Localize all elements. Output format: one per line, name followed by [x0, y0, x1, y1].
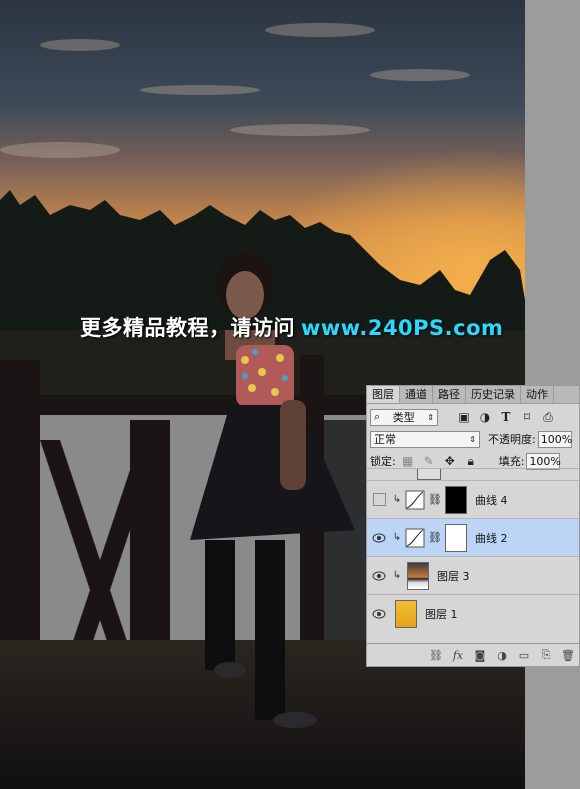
tab-history[interactable]: 历史记录 — [466, 386, 521, 403]
lock-all-icon[interactable]: 🔒︎ — [463, 453, 479, 469]
chain-link-icon: ⛓︎ — [428, 493, 442, 506]
lock-position-icon[interactable]: ✥ — [442, 453, 458, 469]
updown-icon: ⇕ — [469, 434, 476, 444]
layer-list: ↳ ⛓︎ 曲线 4 ↳ ⛓︎ 曲线 2 ↳ 图层 3 图层 1 — [367, 468, 579, 644]
blend-mode-select[interactable]: 正常 ⇕ — [370, 430, 480, 448]
fill-label: 填充: — [498, 455, 525, 468]
tab-channels[interactable]: 通道 — [400, 386, 433, 403]
folder-icon[interactable]: ▭ — [513, 649, 535, 662]
fx-icon[interactable]: fx — [447, 649, 469, 662]
link-icon[interactable]: ⛓︎ — [425, 649, 447, 662]
clip-arrow-icon: ↳ — [392, 570, 402, 581]
layer-row-layer-1[interactable]: 图层 1 — [367, 594, 579, 632]
filter-row: ⌕ 类型 ⇕ ▣ ◑ T ⌑ ⎙ — [367, 406, 579, 428]
layer-row-layer-3[interactable]: ↳ 图层 3 — [367, 556, 579, 594]
layer-mask-thumbnail[interactable] — [444, 523, 467, 552]
search-icon: ⌕ — [374, 410, 381, 423]
image-filter-icon[interactable]: ▣ — [456, 409, 472, 425]
tab-layers[interactable]: 图层 — [367, 386, 400, 403]
lock-label: 锁定: — [370, 455, 396, 468]
panel-tabs: 图层 通道 路径 历史记录 动作 — [367, 386, 579, 404]
trash-icon[interactable]: 🗑︎ — [557, 649, 579, 662]
lock-transparent-icon[interactable]: ▦ — [400, 453, 416, 469]
layer-name[interactable]: 图层 1 — [425, 606, 458, 622]
eye-icon[interactable] — [367, 609, 391, 619]
lock-pixels-icon[interactable]: ✎ — [421, 453, 437, 469]
eye-icon[interactable] — [367, 571, 391, 581]
opacity-input[interactable]: 100% — [537, 430, 572, 448]
filter-kind-select[interactable]: ⌕ 类型 ⇕ — [370, 408, 438, 426]
clip-arrow-icon: ↳ — [392, 532, 402, 543]
visibility-toggle-empty[interactable] — [367, 493, 391, 506]
panel-bottom-bar: ⛓︎ fx ◙ ◑ ▭ ⎘ 🗑︎ — [367, 643, 579, 666]
type-filter-icon[interactable]: T — [498, 409, 514, 425]
adjustment-filter-icon[interactable]: ◑ — [477, 409, 493, 425]
tab-paths[interactable]: 路径 — [433, 386, 466, 403]
blend-mode-value: 正常 — [374, 433, 396, 446]
layers-panel: 图层 通道 路径 历史记录 动作 ⌕ 类型 ⇕ ▣ ◑ T ⌑ ⎙ 正常 ⇕ 不… — [366, 385, 580, 667]
layer-thumbnail[interactable] — [407, 561, 429, 590]
watermark-text: 更多精品教程，请访问 — [80, 316, 295, 340]
watermark: 更多精品教程，请访问 www.240PS.com — [80, 312, 503, 342]
layer-mask-thumbnail[interactable] — [444, 485, 467, 514]
new-layer-icon[interactable]: ⎘ — [535, 648, 557, 662]
layer-row-curves-4[interactable]: ↳ ⛓︎ 曲线 4 — [367, 480, 579, 518]
curves-adjustment-icon — [405, 528, 425, 547]
opacity-label: 不透明度: — [488, 433, 536, 446]
layer-thumbnail[interactable] — [395, 599, 417, 628]
clip-arrow-icon: ↳ — [392, 494, 402, 505]
chain-link-icon: ⛓︎ — [428, 531, 442, 544]
blend-row: 正常 ⇕ 不透明度: 100% — [367, 428, 579, 450]
layer-name[interactable]: 曲线 2 — [475, 530, 508, 546]
mask-icon[interactable]: ◙ — [469, 649, 491, 662]
fill-input[interactable]: 100% — [526, 452, 561, 470]
filter-kind-label: 类型 — [392, 411, 415, 424]
watermark-url: www.240PS.com — [301, 316, 504, 340]
shape-filter-icon[interactable]: ⌑ — [519, 409, 535, 425]
tab-actions[interactable]: 动作 — [521, 386, 554, 403]
adjustment-icon[interactable]: ◑ — [491, 649, 513, 662]
layer-name[interactable]: 曲线 4 — [475, 492, 508, 508]
layer-name[interactable]: 图层 3 — [437, 568, 470, 584]
smart-object-filter-icon[interactable]: ⎙ — [540, 409, 556, 425]
layer-row-curves-2[interactable]: ↳ ⛓︎ 曲线 2 — [367, 518, 579, 556]
eye-icon[interactable] — [367, 533, 391, 543]
curves-adjustment-icon — [405, 490, 425, 509]
updown-icon: ⇕ — [427, 412, 434, 422]
